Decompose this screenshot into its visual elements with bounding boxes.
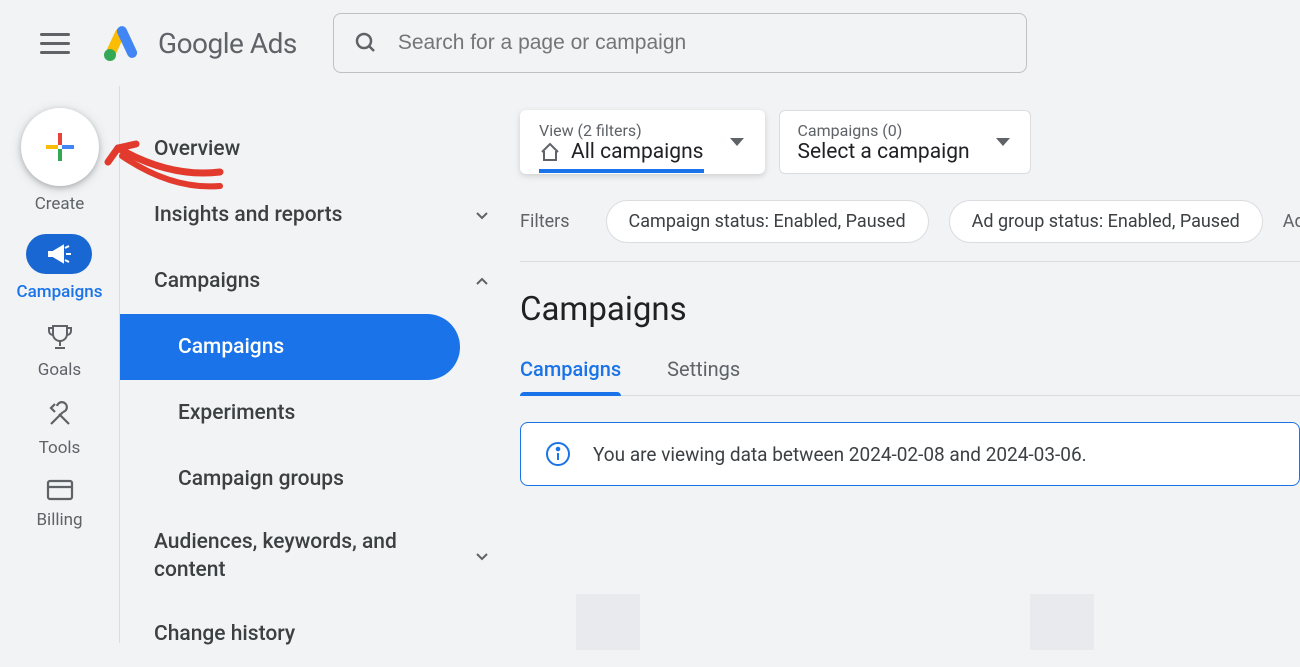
nav-experiments-label: Experiments [178,401,295,425]
goals-nav[interactable]: Goals [38,322,81,380]
tab-settings[interactable]: Settings [667,357,740,395]
create-label: Create [35,194,85,214]
nav-audiences[interactable]: Audiences, keywords, and content [120,512,520,601]
nav-campaign-groups-label: Campaign groups [178,467,344,491]
view-selector-subtitle: View (2 filters) [539,121,704,140]
nav-campaigns[interactable]: Campaigns [120,248,520,314]
campaign-selector[interactable]: Campaigns (0) Select a campaign [779,110,1031,174]
filters-label: Filters [520,211,570,232]
campaigns-nav[interactable]: Campaigns [17,234,103,302]
nav-audiences-label: Audiences, keywords, and content [154,528,414,585]
nav-change-history[interactable]: Change history [120,601,520,667]
tools-label: Tools [39,438,81,458]
trophy-icon [45,322,75,352]
campaign-selector-subtitle: Campaigns (0) [798,121,970,140]
info-banner: You are viewing data between 2024-02-08 … [520,422,1300,486]
info-message: You are viewing data between 2024-02-08 … [593,443,1087,466]
chevron-down-icon [472,206,492,224]
view-selector[interactable]: View (2 filters) All campaigns [520,110,765,174]
product-logo[interactable]: Google Ads [100,23,297,63]
search-box[interactable] [333,13,1027,73]
credit-card-icon [45,478,75,502]
main-menu-button[interactable] [40,28,70,58]
billing-label: Billing [36,510,82,530]
billing-nav[interactable]: Billing [36,478,82,530]
filter-chip-campaign-status[interactable]: Campaign status: Enabled, Paused [606,200,929,243]
tools-icon [45,400,75,430]
nav-insights-label: Insights and reports [154,203,342,227]
home-icon [539,141,561,163]
page-title: Campaigns [520,290,1300,329]
divider [520,261,1300,262]
add-filter-button[interactable]: Add fi [1283,211,1300,232]
info-icon [545,441,571,467]
nav-insights[interactable]: Insights and reports [120,182,520,248]
search-input[interactable] [396,30,1006,56]
plus-icon [42,129,78,165]
loading-placeholder [1030,594,1094,650]
nav-sub-campaigns[interactable]: Campaigns [120,314,460,380]
chevron-up-icon [472,272,492,290]
nav-campaigns-label: Campaigns [154,269,260,293]
loading-placeholder [576,594,640,650]
nav-overview[interactable]: Overview [120,116,520,182]
goals-label: Goals [38,360,81,380]
campaigns-label: Campaigns [17,282,103,302]
tools-nav[interactable]: Tools [39,400,81,458]
dropdown-caret-icon [730,138,744,146]
nav-experiments[interactable]: Experiments [120,380,520,446]
google-ads-logo-icon [100,23,144,63]
dropdown-caret-icon [996,138,1010,146]
nav-change-history-label: Change history [154,622,295,646]
create-button[interactable]: Create [21,108,99,214]
product-name: Google Ads [158,27,297,60]
view-selector-value: All campaigns [571,140,704,164]
campaign-selector-value: Select a campaign [798,140,970,164]
nav-sub-campaigns-label: Campaigns [178,335,284,359]
tab-campaigns[interactable]: Campaigns [520,357,621,395]
nav-overview-label: Overview [154,137,240,161]
megaphone-icon [45,242,73,266]
filter-chip-adgroup-status[interactable]: Ad group status: Enabled, Paused [949,200,1263,243]
nav-campaign-groups[interactable]: Campaign groups [120,446,520,512]
search-icon [354,31,378,55]
chevron-down-icon [472,547,492,565]
